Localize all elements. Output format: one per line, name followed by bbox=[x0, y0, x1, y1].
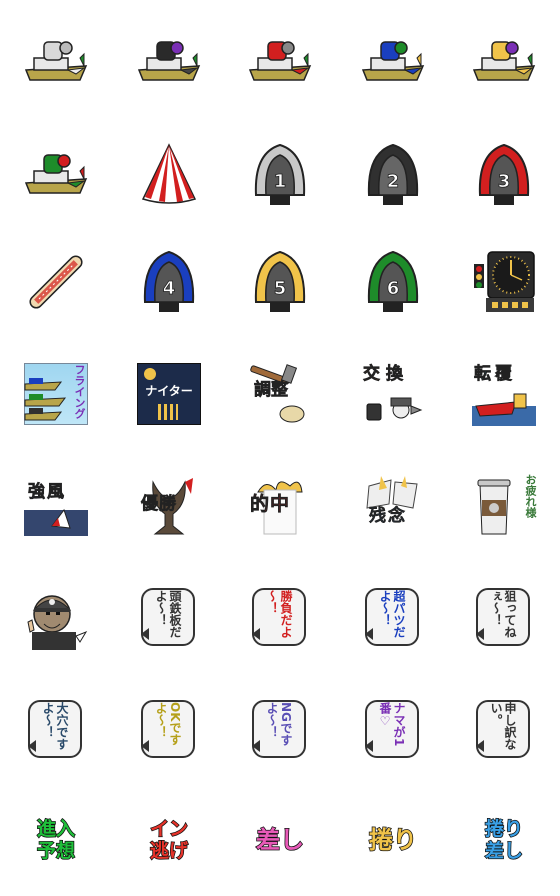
moon-icon bbox=[144, 368, 156, 380]
boat-number-1-label: 1 bbox=[274, 171, 287, 192]
race-boat-purple-icon[interactable] bbox=[137, 30, 201, 94]
nighter-sticker[interactable]: ナイター bbox=[137, 362, 201, 426]
nighter-label: ナイター bbox=[145, 384, 193, 398]
bubble-text: 頭鉄板だよ～！ bbox=[154, 590, 182, 638]
boat-number-4-label: 4 bbox=[163, 278, 176, 299]
bubble-text: 超パツだよ～！ bbox=[378, 590, 406, 638]
emoji-grid: 1 2 3 4 5 6 フライング ナイター 調整 交換 転覆 強風 優勝 的中… bbox=[0, 0, 560, 896]
race-boat-yellow-icon[interactable] bbox=[472, 30, 536, 94]
bubble-tail bbox=[252, 628, 260, 640]
inside-escape-label: イン 逃げ bbox=[149, 817, 189, 863]
start-board-icon[interactable] bbox=[24, 250, 88, 314]
victory-sticker[interactable]: 優勝 bbox=[137, 474, 201, 538]
speech-bubble-4[interactable]: 狙ってねぇ～！ bbox=[472, 586, 536, 650]
boat-number-6-icon[interactable]: 6 bbox=[361, 250, 425, 314]
regret-sticker[interactable]: 残念 bbox=[361, 474, 425, 538]
bubble-text: 狙ってねぇ～！ bbox=[489, 590, 517, 638]
bubble-tail bbox=[141, 628, 149, 640]
strong-wind-label: 強風 bbox=[28, 482, 66, 502]
bubble-tail bbox=[28, 740, 36, 752]
bubble-text: 申し訳ない。 bbox=[489, 702, 517, 750]
bubble-tail bbox=[476, 628, 484, 640]
bubble-frame: 超パツだよ～！ bbox=[365, 588, 419, 646]
bubble-frame: OKですよ～！ bbox=[141, 700, 195, 758]
boat-number-2-icon[interactable]: 2 bbox=[361, 143, 425, 207]
flying-label: フライング bbox=[73, 364, 86, 419]
bubble-tail bbox=[476, 740, 484, 752]
race-boat-white-icon[interactable] bbox=[24, 30, 88, 94]
race-boat-red-icon[interactable] bbox=[248, 30, 312, 94]
turn-mark-buoy-icon[interactable] bbox=[137, 143, 201, 207]
hit-sticker[interactable]: 的中 bbox=[248, 474, 312, 538]
boat-number-5-label: 5 bbox=[274, 278, 287, 299]
sashi-label: 差し bbox=[255, 826, 305, 854]
bubble-frame: ナマが1番♡ bbox=[365, 700, 419, 758]
speech-bubble-3[interactable]: 超パツだよ～！ bbox=[361, 586, 425, 650]
entry-forecast-label: 進入 予想 bbox=[36, 817, 76, 863]
night-scene: ナイター bbox=[137, 363, 201, 425]
thanks-label: お疲れ様 bbox=[524, 474, 537, 518]
makuri-text[interactable]: 捲り bbox=[359, 808, 427, 872]
bubble-text: 大穴ですよ～！ bbox=[41, 702, 69, 750]
speech-bubble-9[interactable]: 申し訳ない。 bbox=[472, 698, 536, 762]
bubble-frame: 頭鉄板だよ～！ bbox=[141, 588, 195, 646]
character-avatar[interactable] bbox=[24, 586, 88, 650]
bubble-frame: NGですよ～！ bbox=[252, 700, 306, 758]
boat-number-2-label: 2 bbox=[387, 171, 400, 192]
bubble-text: NGですよ～！ bbox=[265, 702, 293, 746]
adjustment-sticker[interactable]: 調整 bbox=[248, 362, 312, 426]
thanks-sticker[interactable]: お疲れ様 bbox=[472, 474, 537, 538]
bubble-tail bbox=[365, 628, 373, 640]
bubble-tail bbox=[252, 740, 260, 752]
flying-start-sticker[interactable]: フライング bbox=[24, 362, 88, 426]
bubble-frame: 大穴ですよ～！ bbox=[28, 700, 82, 758]
bubble-frame: 勝負だよ～！ bbox=[252, 588, 306, 646]
adjust-label: 調整 bbox=[254, 380, 289, 400]
bubble-frame: 狙ってねぇ～！ bbox=[476, 588, 530, 646]
boat-number-3-icon[interactable]: 3 bbox=[472, 143, 536, 207]
start-clock-icon[interactable] bbox=[472, 250, 536, 314]
inside-escape-text[interactable]: イン 逃げ bbox=[135, 808, 203, 872]
exchange-sticker[interactable]: 交換 bbox=[361, 362, 425, 426]
flying-scene: フライング bbox=[24, 363, 88, 425]
bubble-text: ナマが1番♡ bbox=[378, 702, 406, 747]
bubble-frame: 申し訳ない。 bbox=[476, 700, 530, 758]
speech-bubble-5[interactable]: 大穴ですよ～！ bbox=[24, 698, 88, 762]
bubble-tail bbox=[141, 740, 149, 752]
sashi-text[interactable]: 差し bbox=[246, 808, 314, 872]
bubble-text: OKですよ～！ bbox=[154, 702, 182, 746]
boat-number-4-icon[interactable]: 4 bbox=[137, 250, 201, 314]
speech-bubble-7[interactable]: NGですよ～！ bbox=[248, 698, 312, 762]
race-boat-blue-icon[interactable] bbox=[361, 30, 425, 94]
speech-bubble-2[interactable]: 勝負だよ～！ bbox=[248, 586, 312, 650]
entry-forecast-text[interactable]: 進入 予想 bbox=[22, 808, 90, 872]
capsize-sticker[interactable]: 転覆 bbox=[472, 362, 536, 426]
stadium-lights-icon bbox=[158, 404, 178, 420]
exchange-label: 交換 bbox=[363, 364, 409, 384]
makuri-sashi-text[interactable]: 捲り 差し bbox=[470, 808, 538, 872]
makuri-sashi-label: 捲り 差し bbox=[484, 817, 524, 863]
boat-number-5-icon[interactable]: 5 bbox=[248, 250, 312, 314]
speech-bubble-8[interactable]: ナマが1番♡ bbox=[361, 698, 425, 762]
boat-number-6-label: 6 bbox=[387, 278, 400, 299]
bubble-text: 勝負だよ～！ bbox=[265, 590, 293, 638]
bubble-tail bbox=[365, 740, 373, 752]
makuri-label: 捲り bbox=[368, 826, 418, 854]
boat-number-3-label: 3 bbox=[498, 171, 511, 192]
victory-label: 優勝 bbox=[141, 494, 177, 514]
race-boat-green-icon[interactable] bbox=[24, 143, 88, 207]
capsize-label: 転覆 bbox=[474, 364, 516, 384]
hit-label: 的中 bbox=[250, 493, 291, 515]
strong-wind-sticker[interactable]: 強風 bbox=[24, 474, 88, 538]
speech-bubble-1[interactable]: 頭鉄板だよ～！ bbox=[137, 586, 201, 650]
speech-bubble-6[interactable]: OKですよ～！ bbox=[137, 698, 201, 762]
regret-label: 残念 bbox=[369, 506, 407, 526]
boat-number-1-icon[interactable]: 1 bbox=[248, 143, 312, 207]
